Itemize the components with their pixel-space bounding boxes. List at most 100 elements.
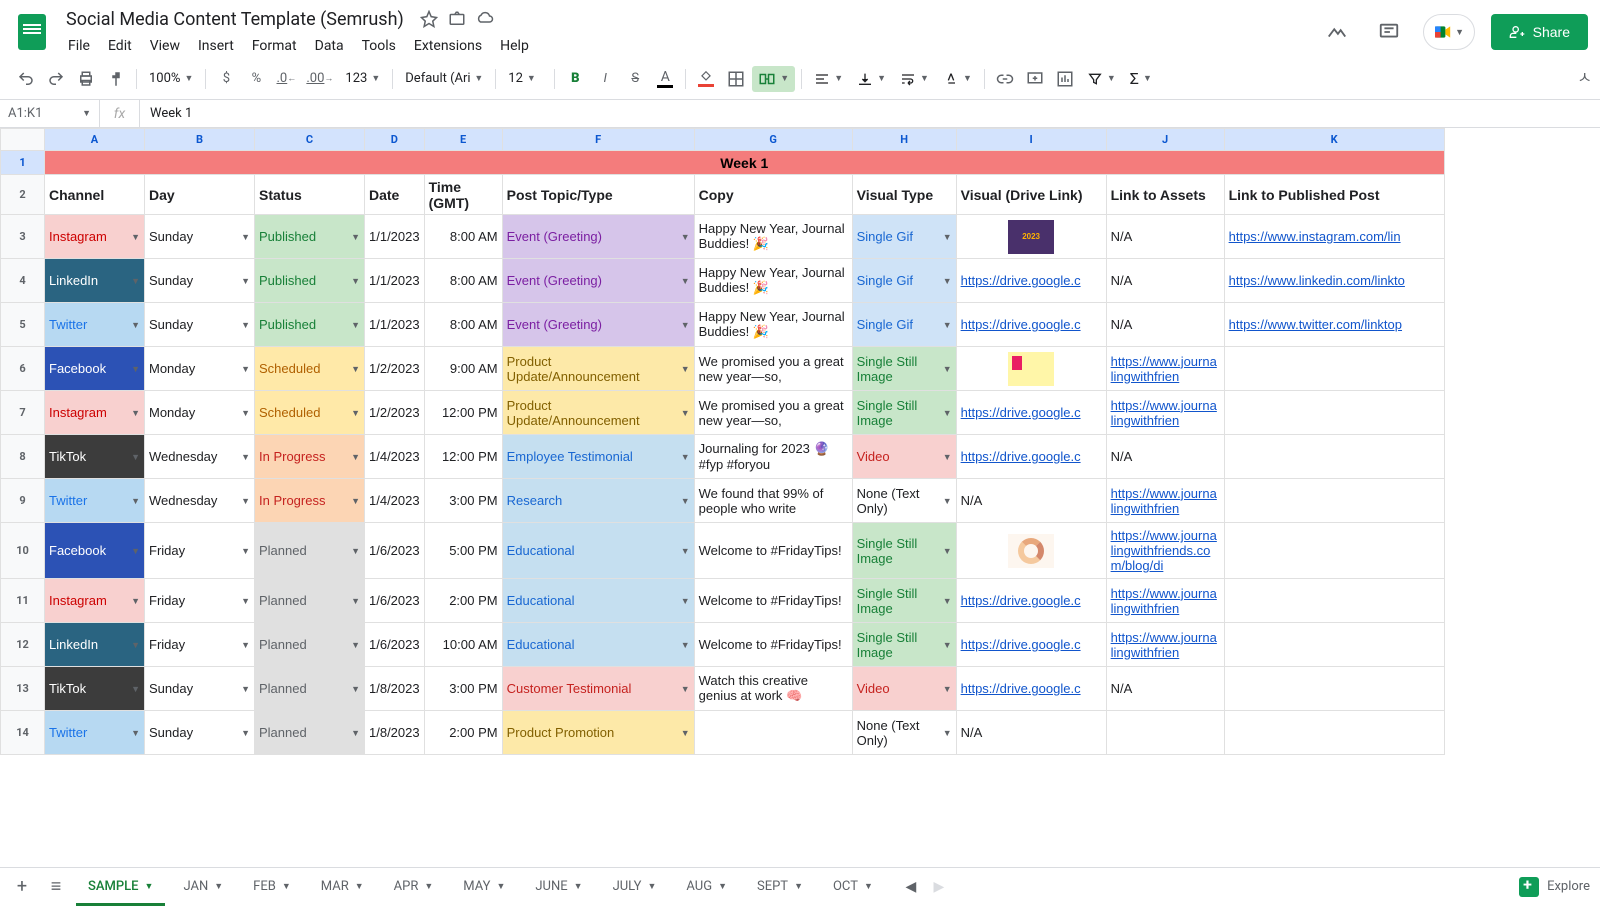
row-header-9[interactable]: 9 <box>1 479 45 523</box>
copy-cell[interactable]: Welcome to #FridayTips! <box>694 579 852 623</box>
date-cell[interactable]: 1/2/2023 <box>365 391 425 435</box>
row-header-13[interactable]: 13 <box>1 667 45 711</box>
topic-cell[interactable]: Product Update/Announcement▼ <box>502 391 694 435</box>
paint-format-button[interactable] <box>102 66 130 92</box>
assets-cell[interactable]: N/A <box>1106 303 1224 347</box>
status-cell[interactable]: Planned▼ <box>255 711 365 755</box>
visual-cell[interactable]: https://drive.google.c <box>956 435 1106 479</box>
col-header-E[interactable]: E <box>424 129 502 151</box>
copy-cell[interactable] <box>694 711 852 755</box>
tab-scroll-left[interactable]: ◀ <box>901 877 921 897</box>
channel-cell[interactable]: Twitter▼ <box>45 303 145 347</box>
visual-link[interactable]: https://drive.google.c <box>961 449 1081 464</box>
visual-type-cell[interactable]: Single Still Image▼ <box>852 347 956 391</box>
date-cell[interactable]: 1/6/2023 <box>365 523 425 579</box>
menu-extensions[interactable]: Extensions <box>406 34 490 58</box>
visual-cell[interactable] <box>956 347 1106 391</box>
visual-cell[interactable]: https://drive.google.c <box>956 667 1106 711</box>
assets-cell[interactable]: N/A <box>1106 215 1224 259</box>
status-cell[interactable]: In Progress▼ <box>255 479 365 523</box>
assets-link[interactable]: https://www.journalingwithfrien <box>1111 354 1217 384</box>
visual-type-cell[interactable]: Single Still Image▼ <box>852 523 956 579</box>
copy-cell[interactable]: Journaling for 2023 🔮 #fyp #foryou <box>694 435 852 479</box>
activity-icon[interactable] <box>1319 14 1355 50</box>
assets-link[interactable]: https://www.journalingwithfrien <box>1111 398 1217 428</box>
date-cell[interactable]: 1/8/2023 <box>365 667 425 711</box>
day-cell[interactable]: Monday▼ <box>145 391 255 435</box>
assets-cell[interactable]: https://www.journalingwithfrien <box>1106 347 1224 391</box>
all-sheets-button[interactable]: ≡ <box>42 873 70 901</box>
published-cell[interactable] <box>1224 623 1444 667</box>
share-button[interactable]: Share <box>1491 14 1588 50</box>
assets-cell[interactable]: https://www.journalingwithfrien <box>1106 479 1224 523</box>
channel-cell[interactable]: TikTok▼ <box>45 435 145 479</box>
visual-type-cell[interactable]: Single Gif▼ <box>852 259 956 303</box>
assets-cell[interactable]: https://www.journalingwithfrien <box>1106 391 1224 435</box>
menu-tools[interactable]: Tools <box>354 34 404 58</box>
sheet-tab-apr[interactable]: APR▼ <box>382 872 446 902</box>
col-header-A[interactable]: A <box>45 129 145 151</box>
published-cell[interactable] <box>1224 711 1444 755</box>
assets-cell[interactable]: https://www.journalingwithfrien <box>1106 623 1224 667</box>
row-header-3[interactable]: 3 <box>1 215 45 259</box>
copy-cell[interactable]: Welcome to #FridayTips! <box>694 523 852 579</box>
row-header-7[interactable]: 7 <box>1 391 45 435</box>
print-button[interactable] <box>72 66 100 92</box>
functions-button[interactable]: Σ▼ <box>1124 66 1158 92</box>
font-select[interactable]: Default (Ari...▼ <box>399 66 489 92</box>
name-box[interactable]: A1:K1▼ <box>0 100 100 127</box>
published-link[interactable]: https://www.linkedin.com/linkto <box>1229 273 1405 288</box>
copy-cell[interactable]: We promised you a great new year—so, <box>694 391 852 435</box>
increase-decimal-button[interactable]: .00→ <box>302 66 337 92</box>
day-cell[interactable]: Sunday▼ <box>145 215 255 259</box>
formula-input[interactable]: Week 1 <box>140 106 1600 121</box>
day-cell[interactable]: Sunday▼ <box>145 259 255 303</box>
assets-cell[interactable]: N/A <box>1106 259 1224 303</box>
borders-button[interactable] <box>722 66 750 92</box>
copy-cell[interactable]: Happy New Year, Journal Buddies! 🎉 <box>694 303 852 347</box>
row-header-1[interactable]: 1 <box>1 151 45 175</box>
menu-format[interactable]: Format <box>244 34 305 58</box>
published-cell[interactable]: https://www.instagram.com/lin <box>1224 215 1444 259</box>
channel-cell[interactable]: LinkedIn▼ <box>45 259 145 303</box>
collapse-toolbar-icon[interactable]: ㅅ <box>1577 64 1592 88</box>
header-cell[interactable]: Link to Published Post <box>1224 175 1444 215</box>
visual-link[interactable]: https://drive.google.c <box>961 405 1081 420</box>
topic-cell[interactable]: Event (Greeting)▼ <box>502 259 694 303</box>
sheet-tab-mar[interactable]: MAR▼ <box>309 872 376 902</box>
sheet-tab-sept[interactable]: SEPT▼ <box>745 872 815 902</box>
add-sheet-button[interactable]: + <box>8 873 36 901</box>
published-link[interactable]: https://www.twitter.com/linktop <box>1229 317 1402 332</box>
bold-button[interactable]: B <box>561 66 589 92</box>
visual-type-cell[interactable]: Single Still Image▼ <box>852 579 956 623</box>
menu-data[interactable]: Data <box>307 34 352 58</box>
visual-type-cell[interactable]: Single Gif▼ <box>852 303 956 347</box>
time-cell[interactable]: 8:00 AM <box>424 215 502 259</box>
assets-cell[interactable]: N/A <box>1106 667 1224 711</box>
sheet-tab-june[interactable]: JUNE▼ <box>523 872 594 902</box>
published-cell[interactable] <box>1224 435 1444 479</box>
meet-button[interactable]: ▼ <box>1423 14 1475 50</box>
status-cell[interactable]: Published▼ <box>255 215 365 259</box>
date-cell[interactable]: 1/8/2023 <box>365 711 425 755</box>
visual-type-cell[interactable]: Single Still Image▼ <box>852 623 956 667</box>
time-cell[interactable]: 10:00 AM <box>424 623 502 667</box>
channel-cell[interactable]: Facebook▼ <box>45 347 145 391</box>
copy-cell[interactable]: We found that 99% of people who write <box>694 479 852 523</box>
topic-cell[interactable]: Event (Greeting)▼ <box>502 215 694 259</box>
move-icon[interactable] <box>448 10 466 28</box>
sheet-tab-may[interactable]: MAY▼ <box>451 872 517 902</box>
published-cell[interactable] <box>1224 391 1444 435</box>
col-header-H[interactable]: H <box>852 129 956 151</box>
row-header-11[interactable]: 11 <box>1 579 45 623</box>
sheet-tab-aug[interactable]: AUG▼ <box>674 872 739 902</box>
insert-link-button[interactable] <box>991 66 1019 92</box>
spreadsheet-grid[interactable]: ABCDEFGHIJK1Week 12ChannelDayStatusDateT… <box>0 128 1600 867</box>
header-cell[interactable]: Link to Assets <box>1106 175 1224 215</box>
date-cell[interactable]: 1/4/2023 <box>365 479 425 523</box>
col-header-F[interactable]: F <box>502 129 694 151</box>
more-formats-button[interactable]: 123▼ <box>339 66 386 92</box>
header-cell[interactable]: Post Topic/Type <box>502 175 694 215</box>
header-cell[interactable]: Date <box>365 175 425 215</box>
channel-cell[interactable]: Instagram▼ <box>45 391 145 435</box>
